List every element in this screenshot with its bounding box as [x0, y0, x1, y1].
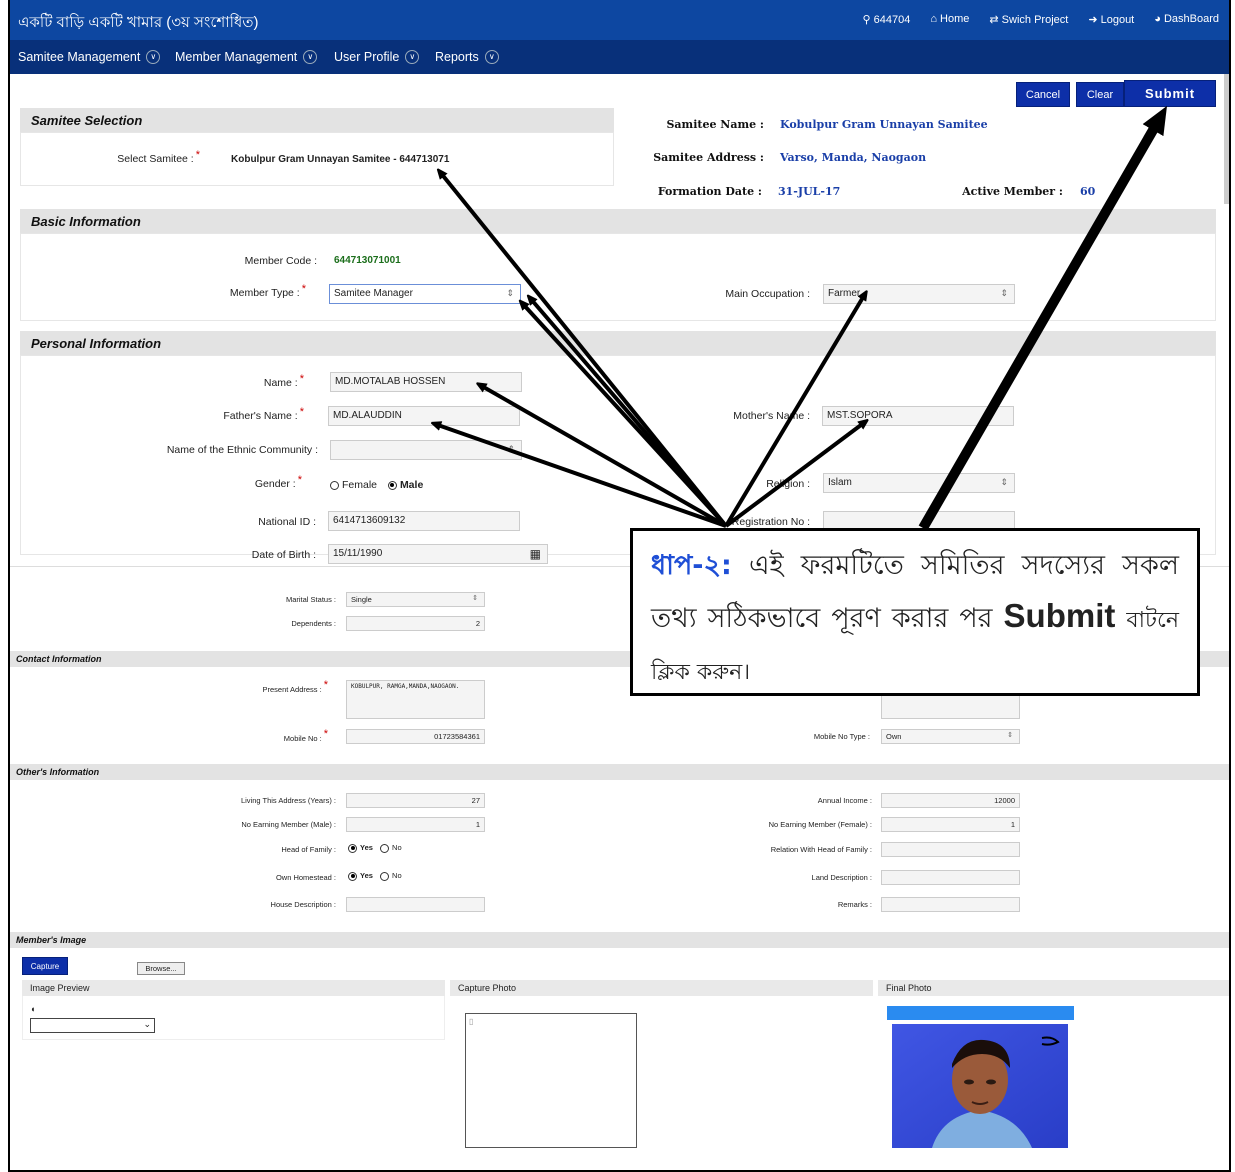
app-frame: একটি বাড়ি একটি খামার (৩য় সংশোধিত) ⚲ 64… — [8, 0, 1231, 1172]
arrow-lines — [435, 172, 865, 528]
callout-step: ধাপ-২: — [651, 550, 732, 581]
submit-arrow — [918, 105, 1168, 531]
scrollbar-thumb[interactable] — [1224, 74, 1229, 204]
instruction-callout: ধাপ-২: এই ফরমটিতে সমিতির সদস্যের সকল তথ্… — [630, 528, 1200, 696]
callout-submit-word: Submit — [1003, 597, 1116, 634]
